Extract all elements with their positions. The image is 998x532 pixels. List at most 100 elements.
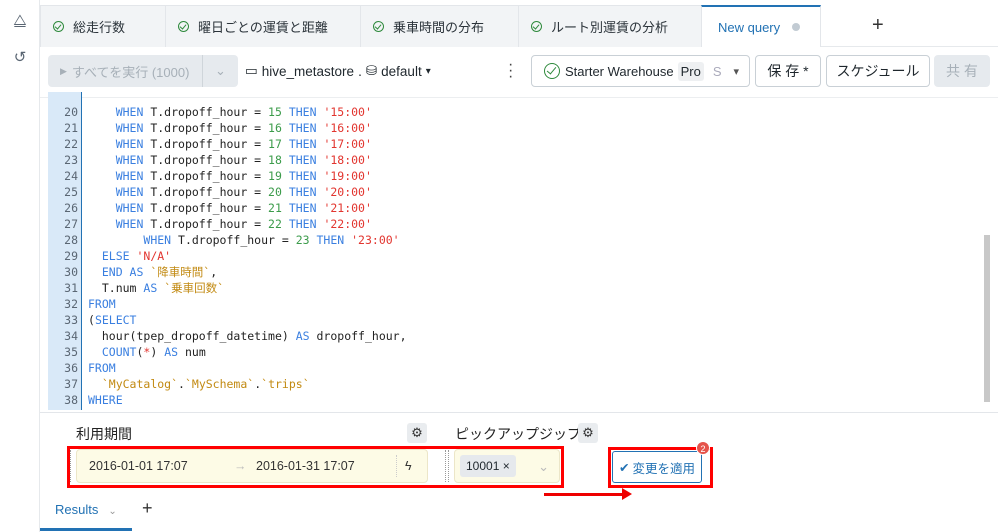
code-token: THEN <box>281 105 324 119</box>
code-token: T.dropoff_hour = <box>178 233 296 247</box>
unsaved-dot-icon <box>792 23 801 31</box>
line-number: 22 <box>64 137 78 151</box>
sql-editor[interactable]: 20 WHEN T.dropoff_hour = 15 THEN '15:00'… <box>40 92 998 410</box>
line-number: 35 <box>64 345 78 359</box>
code-token: THEN <box>281 137 324 151</box>
tab-results[interactable]: Results ⌄ <box>55 502 117 517</box>
line-number: 21 <box>64 121 78 135</box>
tab-label: 曜日ごとの運賃と距離 <box>198 20 328 35</box>
code-token: WHEN <box>115 153 151 167</box>
check-circle-icon <box>531 21 542 32</box>
line-number: 29 <box>64 249 78 263</box>
code-token: T.num <box>101 281 144 295</box>
code-token: `乗車回数` <box>164 281 225 295</box>
code-text: WHEN T.dropoff_hour = 15 THEN '15:00' <box>88 104 372 120</box>
tab-new-query[interactable]: New query <box>701 5 821 47</box>
code-token: AS <box>143 281 165 295</box>
share-button[interactable]: 共 有 <box>934 55 990 87</box>
code-token: WHEN <box>115 121 151 135</box>
shapes-icon[interactable]: ⧋ <box>10 12 30 32</box>
code-text: WHEN T.dropoff_hour = 21 THEN '21:00' <box>88 200 372 216</box>
code-token: 22 <box>268 217 282 231</box>
parameters-panel: 利用期間 ⚙ ピックアップジップ ⚙ 2016-01-01 17:07 → 20… <box>40 412 998 500</box>
more-options-icon[interactable]: · · · <box>508 57 514 85</box>
chevron-down-icon: ▾ <box>425 65 431 77</box>
notification-badge: 2 <box>696 441 710 455</box>
code-text: hour(tpep_dropoff_datetime) AS dropoff_h… <box>88 328 407 344</box>
code-token: 17 <box>268 137 282 151</box>
code-token: 23 <box>295 233 310 247</box>
code-text: ELSE 'N/A' <box>88 248 171 264</box>
code-text: WHERE <box>88 392 123 408</box>
code-token: 16 <box>268 121 282 135</box>
gear-icon[interactable]: ⚙ <box>407 423 427 443</box>
line-number: 31 <box>64 281 78 295</box>
warehouse-name: Starter Warehouse <box>565 63 674 79</box>
code-token: THEN <box>281 201 324 215</box>
line-number: 27 <box>64 217 78 231</box>
results-label: Results <box>55 502 99 517</box>
gear-icon[interactable]: ⚙ <box>578 423 598 443</box>
line-number: 23 <box>64 153 78 167</box>
code-token: WHEN <box>115 201 151 215</box>
code-token: WHEN <box>115 217 151 231</box>
run-all-button[interactable]: ▶ すべてを実行 (1000) ⌄ <box>48 55 238 87</box>
chevron-down-icon: ⌄ <box>108 506 117 517</box>
tab-label: ルート別運賃の分析 <box>551 20 669 35</box>
code-token: WHEN <box>115 169 151 183</box>
line-number: 28 <box>64 233 78 247</box>
add-tab-button[interactable]: + <box>872 14 884 37</box>
tab-total-trips[interactable]: 総走行数 <box>40 5 166 47</box>
code-token: 19 <box>268 169 282 183</box>
code-token: '23:00' <box>351 233 400 247</box>
left-rail: ⧋ ↺ <box>0 0 40 532</box>
warehouse-selector[interactable]: Starter Warehouse Pro S ▾ <box>531 55 750 87</box>
code-text: WHEN T.dropoff_hour = 17 THEN '17:00' <box>88 136 372 152</box>
schedule-button[interactable]: スケジュール <box>826 55 930 87</box>
code-token: END AS <box>101 265 151 279</box>
code-token: '18:00' <box>323 153 372 167</box>
save-button[interactable]: 保 存 * <box>755 55 821 87</box>
separator: . <box>358 63 362 79</box>
code-token: dropoff_hour, <box>316 329 407 343</box>
code-token: WHEN <box>115 185 151 199</box>
tab-weekday-fare[interactable]: 曜日ごとの運賃と距離 <box>165 5 361 47</box>
code-token: WHEN <box>115 105 151 119</box>
tab-label: New query <box>718 19 781 35</box>
active-tab-indicator <box>40 528 132 531</box>
code-token: T.dropoff_hour = <box>150 201 269 215</box>
code-token: T.dropoff_hour = <box>150 137 269 151</box>
tab-route-fare[interactable]: ルート別運賃の分析 <box>518 5 702 47</box>
catalog-selector[interactable]: ▭ hive_metastore. ⛁ default ▾ <box>245 63 431 79</box>
add-result-button[interactable]: + <box>142 498 153 519</box>
code-text: WHEN T.dropoff_hour = 19 THEN '19:00' <box>88 168 372 184</box>
code-text: WHEN T.dropoff_hour = 20 THEN '20:00' <box>88 184 372 200</box>
run-dropdown-chevron-icon[interactable]: ⌄ <box>203 63 238 79</box>
code-token: FROM <box>88 361 116 375</box>
code-token: , <box>210 265 218 279</box>
code-text: FROM <box>88 296 116 312</box>
code-token: 15 <box>268 105 282 119</box>
run-label: すべてを実行 (1000) <box>71 64 190 80</box>
code-token: 'N/A' <box>136 249 172 263</box>
code-token: ( <box>88 313 95 327</box>
line-number: 20 <box>64 105 78 119</box>
query-tabs: 総走行数 曜日ごとの運賃と距離 乗車時間の分布 ルート別運賃の分析 New qu… <box>40 0 998 47</box>
code-token: '17:00' <box>323 137 372 151</box>
editor-scrollbar[interactable] <box>984 235 990 402</box>
results-bar: Results ⌄ + <box>40 494 998 532</box>
code-text: END AS `降車時間`, <box>88 264 217 280</box>
tab-ride-time[interactable]: 乗車時間の分布 <box>360 5 519 47</box>
code-text: WHEN T.dropoff_hour = 16 THEN '16:00' <box>88 120 372 136</box>
database-icon: ⛁ <box>365 63 378 78</box>
history-icon[interactable]: ↺ <box>10 48 30 68</box>
code-text: WHEN T.dropoff_hour = 23 THEN '23:00' <box>88 232 400 248</box>
